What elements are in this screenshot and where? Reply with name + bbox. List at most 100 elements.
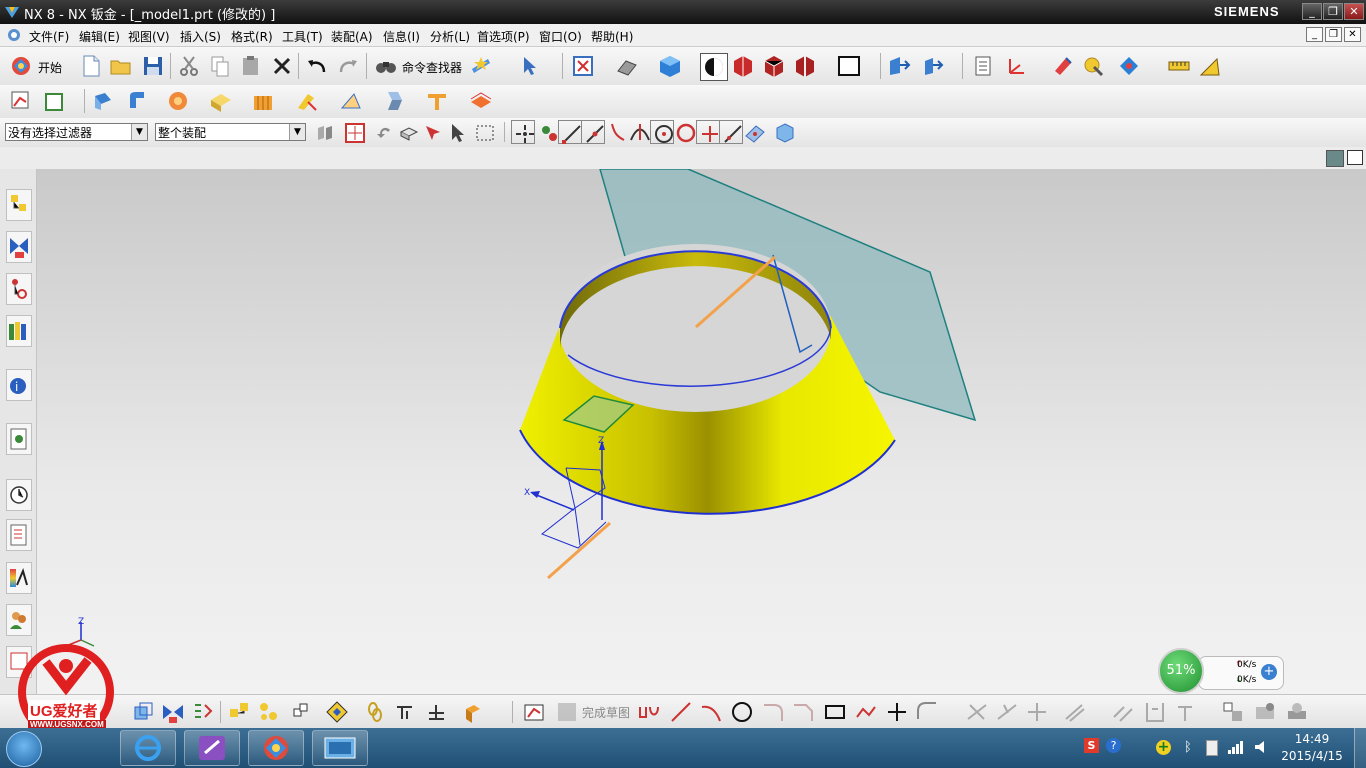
new-file-icon[interactable] <box>78 53 104 79</box>
plus-tray-icon[interactable]: + <box>1156 740 1171 755</box>
sketch-icon[interactable] <box>8 88 34 114</box>
move-object-icon[interactable] <box>920 53 946 79</box>
maximize-button[interactable]: ❐ <box>1323 3 1343 20</box>
command-finder-button[interactable]: 命令查找器 <box>402 59 462 76</box>
hd3d-tools-icon[interactable]: i <box>6 369 32 401</box>
derived-lines-icon[interactable] <box>1062 699 1088 725</box>
selection-tool-icon[interactable] <box>516 53 542 79</box>
constraint-navigator-icon[interactable] <box>6 231 32 263</box>
binoculars-icon[interactable] <box>373 53 399 79</box>
link-icon[interactable] <box>362 699 388 725</box>
menu-view[interactable]: 视图(V) <box>128 28 170 45</box>
wcs-icon[interactable] <box>1002 53 1028 79</box>
existing-point-icon[interactable] <box>696 120 720 144</box>
fit-view-icon[interactable] <box>570 53 596 79</box>
fillet-icon[interactable] <box>760 699 786 725</box>
paste-icon[interactable] <box>238 53 264 79</box>
maximize-view-icon[interactable] <box>1347 150 1363 165</box>
intersection-point-icon[interactable] <box>627 120 650 142</box>
snap-point-icon[interactable] <box>1116 53 1142 79</box>
menu-help[interactable]: 帮助(H) <box>591 28 633 45</box>
animate-dimension-icon[interactable] <box>1220 699 1246 725</box>
device-tray-icon[interactable] <box>1206 740 1218 756</box>
snap-enable-icon[interactable] <box>511 120 535 144</box>
control-point-icon[interactable] <box>604 120 626 142</box>
menu-tools[interactable]: 工具(T) <box>282 28 323 45</box>
measure-distance-icon[interactable] <box>1166 53 1192 79</box>
graphics-window[interactable]: Z X Z <box>37 169 1366 694</box>
explode-view-icon[interactable] <box>190 699 216 725</box>
jog-icon[interactable] <box>208 88 234 114</box>
minimize-button[interactable]: _ <box>1302 3 1322 20</box>
line-icon[interactable] <box>668 699 694 725</box>
geometric-constraints-icon[interactable] <box>1142 699 1168 725</box>
type-filter-select[interactable]: 没有选择过滤器 ▼ <box>5 123 148 141</box>
corner-icon[interactable] <box>424 88 450 114</box>
repeat-command-icon[interactable] <box>130 699 156 725</box>
web-browser-icon[interactable] <box>6 423 32 455</box>
start-icon[interactable] <box>8 53 34 79</box>
circle-icon[interactable] <box>729 699 755 725</box>
quick-extend-icon[interactable] <box>994 699 1020 725</box>
snap-filter-icon[interactable] <box>342 120 365 143</box>
arc-icon[interactable] <box>698 699 724 725</box>
arc-center-icon[interactable] <box>650 120 674 144</box>
point-on-curve-icon[interactable] <box>719 120 743 144</box>
rebend-icon[interactable] <box>338 88 364 114</box>
menu-file[interactable]: 文件(F) <box>29 28 69 45</box>
finish-sketch-button[interactable]: 完成草图 <box>582 704 630 721</box>
taskbar-screenshot-icon[interactable] <box>312 730 368 766</box>
object-display-icon[interactable] <box>1050 53 1076 79</box>
roles-palette-icon[interactable] <box>6 604 32 636</box>
mid-point-icon[interactable] <box>581 120 605 144</box>
save-icon[interactable] <box>140 53 166 79</box>
network-signal-icon[interactable] <box>1228 740 1244 754</box>
memory-usage-gauge[interactable]: 51% <box>1158 648 1204 694</box>
auto-constrain-icon[interactable] <box>1110 699 1136 725</box>
hidden-edges-icon[interactable] <box>761 53 787 79</box>
point-icon[interactable] <box>884 699 910 725</box>
show-hide-icon[interactable] <box>886 53 912 79</box>
flat-pattern-icon[interactable] <box>468 88 494 114</box>
point-on-face-icon[interactable] <box>742 120 765 143</box>
undo-icon[interactable] <box>304 53 330 79</box>
chamfer-icon[interactable] <box>790 699 816 725</box>
bend-icon[interactable] <box>250 88 276 114</box>
taskbar-nx-icon[interactable] <box>248 730 304 766</box>
bluetooth-tray-icon[interactable]: ᛒ <box>1184 740 1192 755</box>
end-point-icon[interactable] <box>558 120 582 144</box>
rectangle-select-icon[interactable] <box>472 120 494 142</box>
process-studio-icon[interactable] <box>6 519 32 551</box>
start-button[interactable]: 开始 <box>38 59 62 76</box>
rectangle-icon[interactable] <box>822 699 848 725</box>
inferred-constraints-icon[interactable] <box>1284 699 1310 725</box>
menu-window[interactable]: 窗口(O) <box>539 28 582 45</box>
roles-icon[interactable] <box>468 53 494 79</box>
snap-settings-icon[interactable] <box>536 120 558 142</box>
taskbar-onenote-icon[interactable] <box>184 730 240 766</box>
assembly-navigator-icon[interactable] <box>6 189 32 221</box>
help-tray-icon[interactable]: ? <box>1106 738 1121 753</box>
doc-minimize-button[interactable]: _ <box>1306 27 1323 42</box>
show-desktop-button[interactable] <box>1354 728 1366 768</box>
selection-scope-select[interactable]: 整个装配 ▼ <box>155 123 306 141</box>
shaded-view-icon[interactable] <box>700 53 728 81</box>
lofted-flange-icon[interactable] <box>165 88 191 114</box>
delete-icon[interactable] <box>269 53 295 79</box>
quick-trim-icon[interactable] <box>964 699 990 725</box>
menu-assemblies[interactable]: 装配(A) <box>331 28 373 45</box>
network-monitor-widget[interactable]: ↑ 0K/s ↓ 0K/s + 51% <box>1158 648 1284 694</box>
select-body-icon[interactable] <box>396 120 419 142</box>
start-orb-icon[interactable] <box>6 731 42 767</box>
unbend-icon[interactable] <box>294 88 320 114</box>
quadrant-point-icon[interactable] <box>673 120 696 143</box>
sketch-constraint-icon[interactable] <box>392 699 418 725</box>
add-component-icon[interactable] <box>226 699 252 725</box>
body-filter-icon[interactable] <box>772 120 794 143</box>
show-constraints-icon[interactable] <box>1172 699 1198 725</box>
layer-settings-icon[interactable] <box>970 53 996 79</box>
open-folder-icon[interactable] <box>108 53 134 79</box>
menu-edit[interactable]: 编辑(E) <box>79 28 120 45</box>
background-icon[interactable] <box>836 53 862 79</box>
feature-select-icon[interactable] <box>420 120 442 142</box>
